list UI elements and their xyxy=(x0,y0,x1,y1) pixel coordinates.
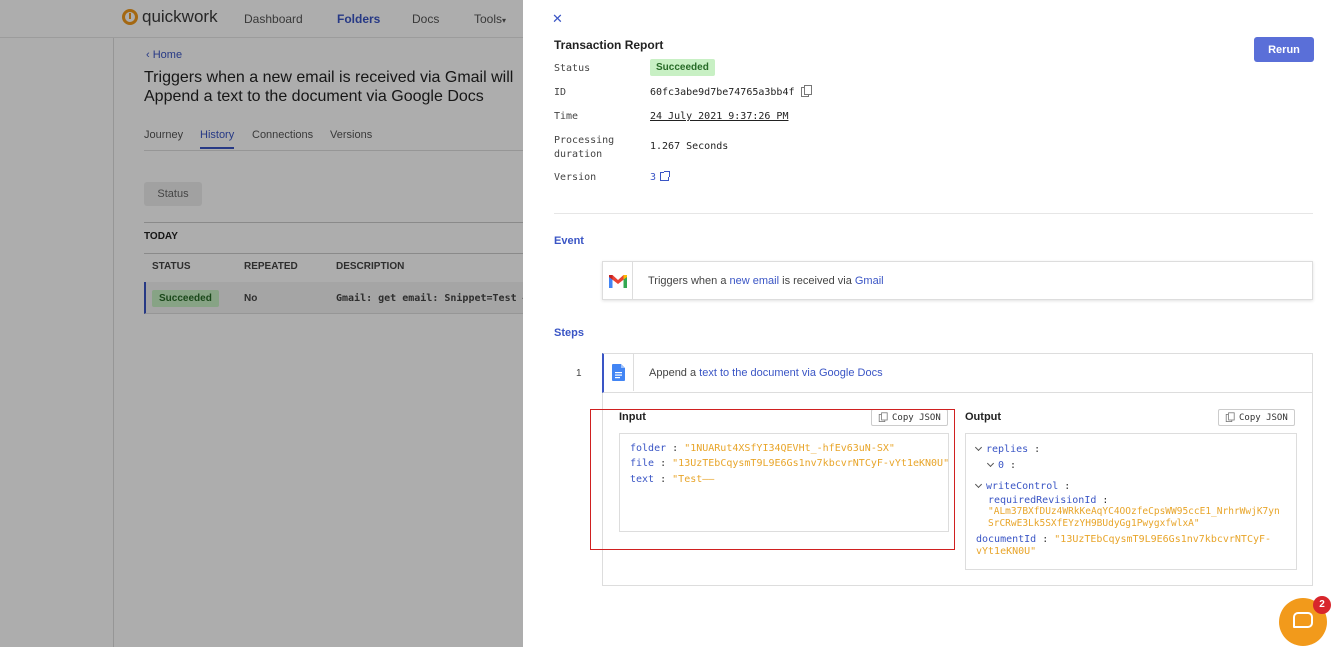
output-json: replies : 0 : writeControl : requiredRev… xyxy=(965,433,1297,570)
close-icon[interactable]: ✕ xyxy=(552,11,563,27)
google-docs-icon xyxy=(612,364,625,381)
duration-label-line2: duration xyxy=(554,149,603,160)
json-value-line: "ALm37BXfDUz4WRkKeAqYC4OOzfeCpsWW95ccE1_… xyxy=(988,506,1280,517)
step-text-prefix: Append a xyxy=(649,367,700,379)
json-value: "13UzTEbCqysmT9L9E6Gs1nv7kbcvrNTCyF- xyxy=(1054,534,1272,545)
event-text-middle: is received via xyxy=(779,275,855,287)
event-description: Triggers when a new email is received vi… xyxy=(648,275,884,287)
json-value-line: SrCRwE3Lk5SXfEYzYH9BUdyGg1PwygxfwlxA" xyxy=(988,518,1200,529)
json-key: 0 xyxy=(998,460,1005,471)
chevron-down-icon[interactable] xyxy=(986,459,995,468)
json-line[interactable]: writeControl : xyxy=(974,480,1070,492)
gmail-icon-box xyxy=(603,262,633,299)
json-value: vYt1eKN0U" xyxy=(976,546,1037,557)
status-badge: Succeeded xyxy=(650,59,715,76)
json-key: replies xyxy=(986,444,1029,455)
json-line[interactable]: replies : xyxy=(974,443,1040,455)
json-key: writeControl xyxy=(986,481,1059,492)
id-label: ID xyxy=(554,87,567,98)
chevron-down-icon[interactable] xyxy=(974,480,983,489)
version-label: Version xyxy=(554,172,597,183)
external-link-icon xyxy=(660,171,671,181)
json-key: requiredRevisionId xyxy=(988,495,1097,506)
json-line[interactable]: 0 : xyxy=(986,459,1016,471)
id-text: 60fc3abe9d7be74765a3bb4f xyxy=(650,87,795,98)
notification-badge: 2 xyxy=(1313,596,1331,614)
id-value: 60fc3abe9d7be74765a3bb4f xyxy=(650,85,812,98)
event-section-title: Event xyxy=(554,235,584,247)
time-value[interactable]: 24 July 2021 9:37:26 PM xyxy=(650,111,788,122)
copy-icon[interactable] xyxy=(800,85,812,97)
version-number: 3 xyxy=(650,172,657,183)
transaction-report-panel: ✕ Transaction Report Rerun Status Succee… xyxy=(523,0,1337,647)
event-card[interactable]: Triggers when a new email is received vi… xyxy=(602,261,1313,300)
steps-section-title: Steps xyxy=(554,327,584,339)
version-link[interactable]: 3 xyxy=(650,171,671,183)
time-label: Time xyxy=(554,111,579,122)
rerun-button[interactable]: Rerun xyxy=(1254,37,1314,62)
json-value-line: vYt1eKN0U" xyxy=(976,546,1036,557)
chat-bubble-icon xyxy=(1293,612,1313,628)
gmail-icon xyxy=(608,274,627,288)
chevron-down-icon[interactable] xyxy=(974,443,983,452)
json-line: documentId : "13UzTEbCqysmT9L9E6Gs1nv7kb… xyxy=(976,534,1272,545)
step-card[interactable]: Append a text to the document via Google… xyxy=(602,353,1313,393)
highlight-box xyxy=(590,409,955,550)
duration-label: Processing duration xyxy=(554,134,614,162)
step-description: Append a text to the document via Google… xyxy=(649,367,883,379)
output-title: Output xyxy=(965,411,1002,423)
duration-label-line1: Processing xyxy=(554,135,615,146)
divider xyxy=(554,213,1313,214)
json-key: documentId xyxy=(976,534,1037,545)
step-link[interactable]: text to the document via Google Docs xyxy=(699,367,882,379)
json-value: SrCRwE3Lk5SXfEYzYH9BUdyGg1PwygxfwlxA" xyxy=(988,518,1200,529)
json-value: "ALm37BXfDUz4WRkKeAqYC4OOzfeCpsWW95ccE1_… xyxy=(988,506,1280,517)
json-line: requiredRevisionId : xyxy=(988,495,1109,506)
copy-json-label: Copy JSON xyxy=(1239,412,1288,423)
event-text-prefix: Triggers when a xyxy=(648,275,730,287)
event-link-new-email[interactable]: new email xyxy=(730,275,780,287)
duration-value: 1.267 Seconds xyxy=(650,141,729,152)
google-docs-icon-box xyxy=(604,354,634,391)
step-number: 1 xyxy=(576,368,582,379)
modal-overlay[interactable] xyxy=(0,0,523,647)
panel-title: Transaction Report xyxy=(554,38,664,52)
copy-json-button[interactable]: Copy JSON xyxy=(1218,409,1295,426)
copy-icon xyxy=(1225,411,1235,422)
event-link-gmail[interactable]: Gmail xyxy=(855,275,884,287)
status-label: Status xyxy=(554,63,591,74)
